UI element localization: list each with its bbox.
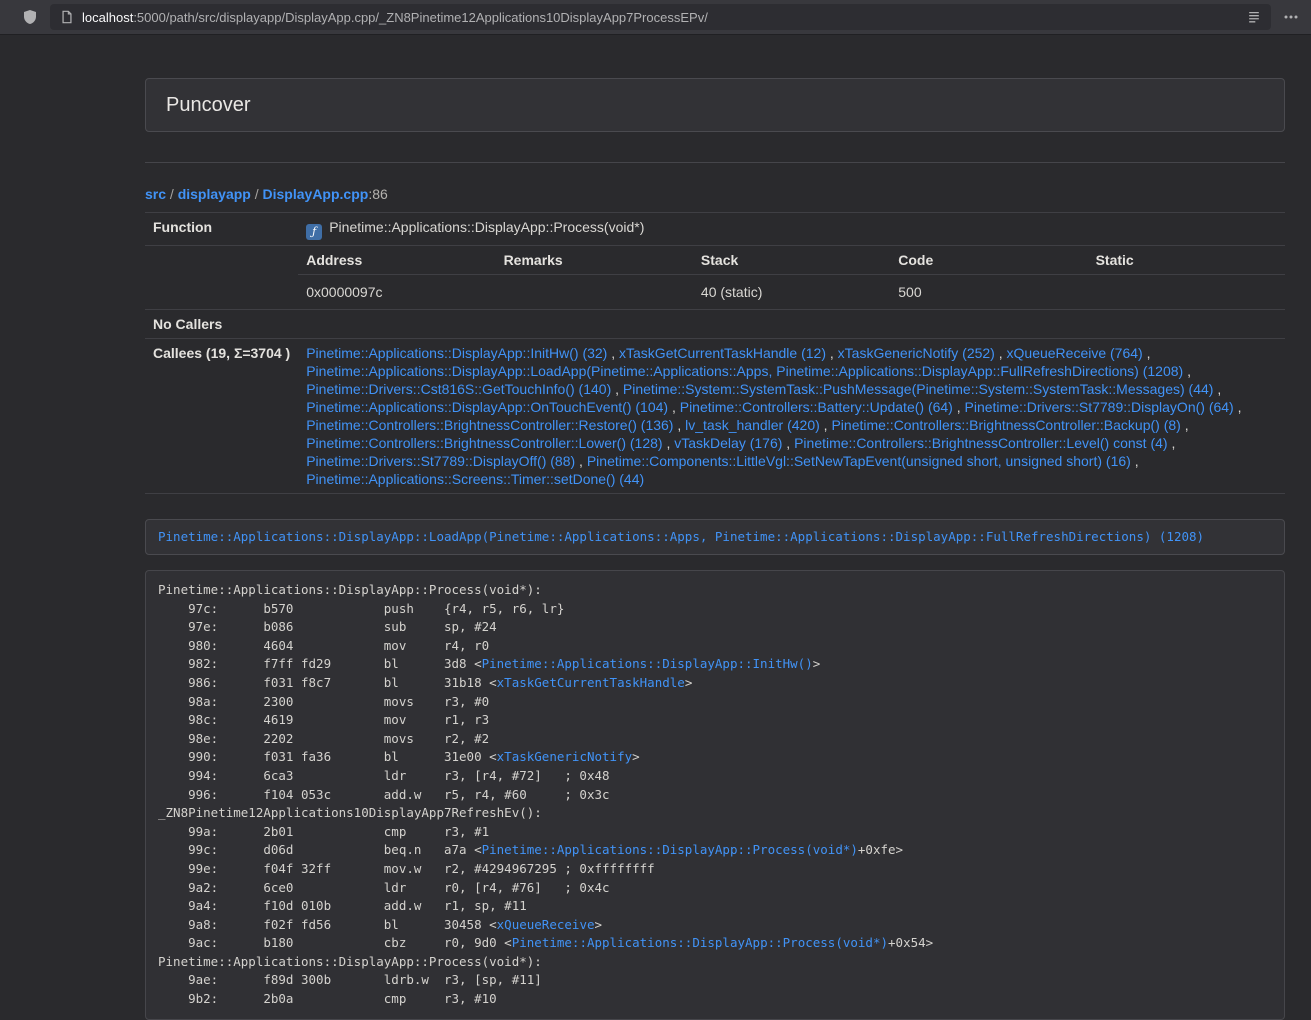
breadcrumb-line-number: :86: [368, 186, 387, 202]
breadcrumb-link[interactable]: DisplayApp.cpp: [263, 186, 369, 202]
code-text: 97c: b570 push {r4, r5, r6, lr}: [158, 601, 564, 616]
callee-link[interactable]: lv_task_handler (420): [685, 417, 820, 433]
code-text: 99c: d06d beq.n a7a <: [158, 842, 482, 857]
code-symbol-link[interactable]: Pinetime::Applications::DisplayApp::Proc…: [482, 842, 858, 857]
app-title: Puncover: [166, 93, 1264, 117]
code-text: _ZN8Pinetime12Applications10DisplayApp7R…: [158, 805, 542, 820]
code-text: 982: f7ff fd29 bl 3d8 <: [158, 656, 482, 671]
callee-link[interactable]: xTaskGetCurrentTaskHandle (12): [619, 345, 826, 361]
function-row-label: Function: [145, 213, 298, 246]
breadcrumb: src / displayapp / DisplayApp.cpp:86: [145, 184, 1285, 204]
callee-link[interactable]: Pinetime::Controllers::BrightnessControl…: [306, 435, 662, 451]
code-text: >: [813, 656, 821, 671]
column-header-static: Static: [1088, 246, 1285, 275]
callees-label: Callees (19, Σ=3704 ): [145, 339, 298, 494]
detail-header-row: Address Remarks Stack Code Static: [298, 246, 1285, 275]
code-symbol-link[interactable]: xTaskGetCurrentTaskHandle: [497, 675, 685, 690]
callee-link[interactable]: Pinetime::System::SystemTask::PushMessag…: [623, 381, 1214, 397]
code-text: 9a4: f10d 010b add.w r1, sp, #11: [158, 898, 527, 913]
no-callers-row: No Callers: [145, 310, 1285, 339]
code-text: 9b2: 2b0a cmp r3, #10: [158, 991, 497, 1006]
callee-link[interactable]: Pinetime::Controllers::BrightnessControl…: [794, 435, 1167, 451]
code-text: 9ae: f89d 300b ldrb.w r3, [sp, #11]: [158, 972, 542, 987]
code-text: 986: f031 f8c7 bl 31b18 <: [158, 675, 497, 690]
breadcrumb-link[interactable]: displayapp: [178, 186, 251, 202]
detail-value-row: 0x0000097c 40 (static) 500: [298, 275, 1285, 310]
callees-row: Callees (19, Σ=3704 ) Pinetime::Applicat…: [145, 339, 1285, 494]
url-bar[interactable]: localhost:5000/path/src/displayapp/Displ…: [50, 4, 1271, 30]
column-header-stack: Stack: [693, 246, 890, 275]
function-row: Function ƒ Pinetime::Applications::Displa…: [145, 213, 1285, 246]
divider: [145, 162, 1285, 163]
function-icon: ƒ: [306, 224, 322, 240]
symbol-detail-row: Address Remarks Stack Code Static 0x0000…: [145, 246, 1285, 310]
code-text: 9ac: b180 cbz r0, 9d0 <: [158, 935, 512, 950]
callee-link[interactable]: Pinetime::Controllers::BrightnessControl…: [306, 417, 673, 433]
code-text: 996: f104 053c add.w r5, r4, #60 ; 0x3c: [158, 787, 610, 802]
browser-toolbar: localhost:5000/path/src/displayapp/Displ…: [0, 0, 1311, 35]
code-symbol-link[interactable]: Pinetime::Applications::DisplayApp::Init…: [482, 656, 813, 671]
no-callers-label: No Callers: [145, 310, 298, 339]
code-text: 98e: 2202 movs r2, #2: [158, 731, 489, 746]
cell-stack: 40 (static): [693, 275, 890, 310]
cell-static: [1088, 275, 1285, 310]
code-text: 98c: 4619 mov r1, r3: [158, 712, 489, 727]
callee-link[interactable]: Pinetime::Applications::DisplayApp::Load…: [306, 363, 1183, 379]
url-host: localhost: [82, 10, 133, 25]
callees-cell: Pinetime::Applications::DisplayApp::Init…: [298, 339, 1285, 494]
page-actions-menu-icon[interactable]: [1283, 9, 1299, 25]
callee-link[interactable]: xQueueReceive (764): [1007, 345, 1143, 361]
app-header-panel: Puncover: [145, 78, 1285, 132]
callee-link[interactable]: Pinetime::Drivers::Cst816S::GetTouchInfo…: [306, 381, 611, 397]
callee-link[interactable]: xTaskGenericNotify (252): [838, 345, 995, 361]
column-header-code: Code: [890, 246, 1087, 275]
callee-link[interactable]: vTaskDelay (176): [674, 435, 782, 451]
code-text: >: [685, 675, 693, 690]
breadcrumb-link[interactable]: src: [145, 186, 166, 202]
code-text: 98a: 2300 movs r3, #0: [158, 694, 489, 709]
code-text: +0xfe>: [858, 842, 903, 857]
code-text: Pinetime::Applications::DisplayApp::Proc…: [158, 954, 542, 969]
selected-callee-panel: Pinetime::Applications::DisplayApp::Load…: [145, 519, 1285, 555]
callee-link[interactable]: Pinetime::Controllers::Battery::Update()…: [680, 399, 953, 415]
callee-link[interactable]: Pinetime::Applications::Screens::Timer::…: [306, 471, 644, 487]
code-text: >: [632, 749, 640, 764]
code-text: Pinetime::Applications::DisplayApp::Proc…: [158, 582, 542, 597]
disassembly-code: Pinetime::Applications::DisplayApp::Proc…: [145, 570, 1285, 1020]
code-text: 99a: 2b01 cmp r3, #1: [158, 824, 489, 839]
column-header-address: Address: [298, 246, 495, 275]
code-symbol-link[interactable]: xQueueReceive: [497, 917, 595, 932]
callee-link[interactable]: Pinetime::Drivers::St7789::DisplayOff() …: [306, 453, 575, 469]
code-text: 980: 4604 mov r4, r0: [158, 638, 489, 653]
callee-link[interactable]: Pinetime::Controllers::BrightnessControl…: [831, 417, 1180, 433]
reader-view-icon[interactable]: [1247, 10, 1261, 24]
code-text: 97e: b086 sub sp, #24: [158, 619, 497, 634]
code-symbol-link[interactable]: Pinetime::Applications::DisplayApp::Proc…: [512, 935, 888, 950]
code-text: 9a2: 6ce0 ldr r0, [r4, #76] ; 0x4c: [158, 880, 610, 895]
cell-remarks: [496, 275, 693, 310]
callee-link[interactable]: Pinetime::Applications::DisplayApp::OnTo…: [306, 399, 668, 415]
column-header-remarks: Remarks: [496, 246, 693, 275]
code-text: 9a8: f02f fd56 bl 30458 <: [158, 917, 497, 932]
selected-callee-link[interactable]: Pinetime::Applications::DisplayApp::Load…: [158, 529, 1204, 544]
code-text: 99e: f04f 32ff mov.w r2, #4294967295 ; 0…: [158, 861, 655, 876]
callee-link[interactable]: Pinetime::Components::LittleVgl::SetNewT…: [587, 453, 1131, 469]
url-text: localhost:5000/path/src/displayapp/Displ…: [82, 10, 708, 25]
code-symbol-link[interactable]: xTaskGenericNotify: [497, 749, 632, 764]
url-path: :5000/path/src/displayapp/DisplayApp.cpp…: [133, 10, 708, 25]
callee-link[interactable]: Pinetime::Applications::DisplayApp::Init…: [306, 345, 607, 361]
callee-link[interactable]: Pinetime::Drivers::St7789::DisplayOn() (…: [965, 399, 1234, 415]
code-text: >: [595, 917, 603, 932]
code-text: 994: 6ca3 ldr r3, [r4, #72] ; 0x48: [158, 768, 610, 783]
function-name: Pinetime::Applications::DisplayApp::Proc…: [329, 219, 644, 235]
tracking-protection-shield-icon[interactable]: [22, 9, 38, 25]
symbol-table: Function ƒPinetime::Applications::Displa…: [145, 212, 1285, 494]
code-text: 990: f031 fa36 bl 31e00 <: [158, 749, 497, 764]
cell-code: 500: [890, 275, 1087, 310]
code-text: +0x54>: [888, 935, 933, 950]
cell-address: 0x0000097c: [298, 275, 495, 310]
page-icon: [60, 10, 74, 24]
main-content: Puncover src / displayapp / DisplayApp.c…: [145, 78, 1285, 1020]
symbol-detail-table: Address Remarks Stack Code Static 0x0000…: [298, 246, 1285, 309]
